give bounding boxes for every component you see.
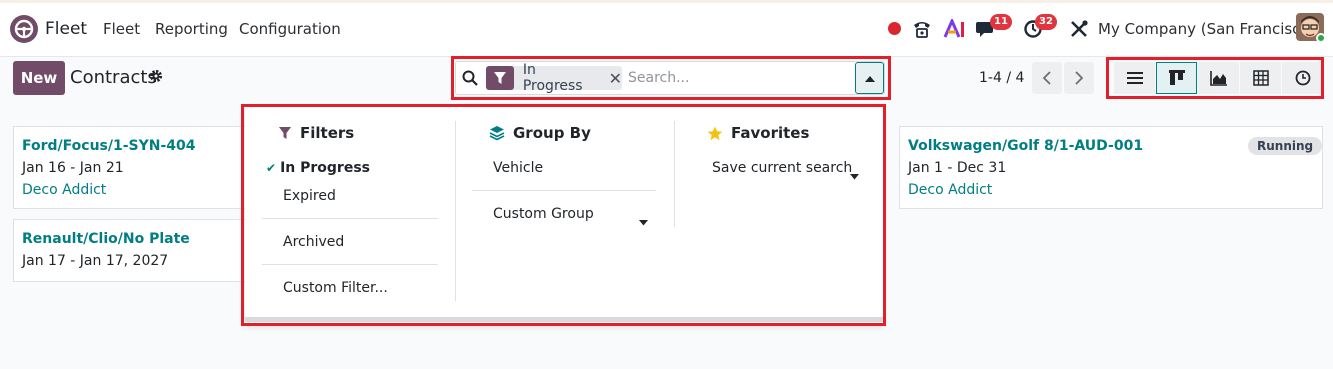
divider bbox=[472, 190, 656, 191]
phone-icon[interactable] bbox=[911, 18, 933, 40]
online-status-icon bbox=[1316, 33, 1326, 43]
pager-previous-button[interactable] bbox=[1032, 62, 1062, 94]
filter-icon bbox=[486, 66, 514, 90]
activities-count-badge: 32 bbox=[1035, 14, 1057, 30]
caret-down-icon[interactable] bbox=[850, 165, 859, 184]
fleet-app-icon[interactable] bbox=[10, 15, 38, 43]
activity-view-button[interactable] bbox=[1282, 62, 1323, 94]
divider bbox=[262, 264, 438, 265]
menu-reporting[interactable]: Reporting bbox=[155, 20, 228, 38]
facet-label: In Progress bbox=[522, 62, 583, 94]
search-facet[interactable]: In Progress ✕ bbox=[486, 62, 622, 94]
kanban-view-button[interactable] bbox=[1156, 62, 1197, 94]
list-icon bbox=[1126, 72, 1143, 84]
menu-configuration[interactable]: Configuration bbox=[239, 20, 341, 38]
chevron-right-icon bbox=[1075, 71, 1084, 85]
kanban-icon bbox=[1168, 70, 1185, 85]
gear-icon[interactable] bbox=[149, 69, 163, 87]
app-name[interactable]: Fleet bbox=[45, 19, 87, 39]
page-title[interactable]: Contracts bbox=[70, 67, 157, 88]
search-input[interactable] bbox=[626, 67, 846, 89]
status-badge: Running bbox=[1248, 137, 1323, 155]
filter-expired[interactable]: Expired bbox=[283, 188, 336, 204]
dropdown-footer bbox=[245, 317, 883, 322]
area-chart-icon bbox=[1209, 71, 1227, 86]
custom-filter-button[interactable]: Custom Filter... bbox=[283, 280, 388, 296]
filters-header: Filters bbox=[278, 124, 354, 142]
filters-title: Filters bbox=[300, 124, 355, 142]
caret-up-icon bbox=[864, 75, 875, 82]
kanban-card[interactable]: Volkswagen/Golf 8/1-AUD-001 Running Jan … bbox=[899, 126, 1323, 209]
favorites-header: Favorites bbox=[707, 124, 809, 142]
chevron-left-icon bbox=[1042, 71, 1051, 85]
group-by-vehicle[interactable]: Vehicle bbox=[493, 160, 543, 176]
graph-view-button[interactable] bbox=[1198, 62, 1239, 94]
card-title[interactable]: Renault/Clio/No Plate bbox=[22, 231, 190, 247]
messages-count-badge: 11 bbox=[990, 14, 1012, 30]
layers-icon bbox=[489, 126, 505, 141]
group-by-header: Group By bbox=[489, 124, 591, 142]
top-accent-line bbox=[0, 0, 1333, 3]
filter-in-progress[interactable]: ✔ In Progress bbox=[266, 160, 370, 176]
company-switcher[interactable]: My Company (San Francisco) bbox=[1098, 20, 1315, 38]
save-current-search[interactable]: Save current search bbox=[712, 160, 852, 176]
clock-icon bbox=[1295, 70, 1310, 86]
card-dates: Jan 1 - Dec 31 bbox=[908, 160, 1007, 176]
search-icon[interactable] bbox=[461, 69, 479, 87]
table-icon bbox=[1252, 70, 1269, 86]
card-title[interactable]: Volkswagen/Golf 8/1-AUD-001 bbox=[908, 138, 1143, 154]
menu-fleet[interactable]: Fleet bbox=[103, 20, 140, 38]
ai-icon[interactable] bbox=[943, 18, 967, 40]
filter-label: In Progress bbox=[280, 160, 370, 176]
card-partner[interactable]: Deco Addict bbox=[908, 182, 992, 198]
card-title[interactable]: Ford/Focus/1-SYN-404 bbox=[22, 138, 196, 154]
checkmark-icon: ✔ bbox=[266, 161, 277, 175]
remove-facet-icon[interactable]: ✕ bbox=[609, 69, 622, 88]
star-icon bbox=[707, 126, 723, 140]
favorites-title: Favorites bbox=[731, 124, 810, 142]
record-dot-icon[interactable] bbox=[888, 22, 901, 35]
column-divider bbox=[455, 121, 456, 301]
filter-icon bbox=[279, 127, 291, 139]
kanban-card[interactable]: Renault/Clio/No Plate Jan 17 - Jan 17, 2… bbox=[13, 219, 253, 282]
card-dates: Jan 16 - Jan 21 bbox=[22, 160, 124, 176]
tools-icon[interactable] bbox=[1068, 18, 1090, 40]
column-divider bbox=[674, 121, 675, 227]
pivot-view-button[interactable] bbox=[1240, 62, 1281, 94]
new-button[interactable]: New bbox=[13, 61, 65, 95]
pager-value[interactable]: 1-4 / 4 bbox=[979, 70, 1024, 86]
group-by-title: Group By bbox=[513, 124, 591, 142]
kanban-card[interactable]: Ford/Focus/1-SYN-404 Jan 16 - Jan 21 Dec… bbox=[13, 126, 253, 209]
caret-down-icon[interactable] bbox=[639, 211, 648, 230]
custom-group-select[interactable]: Custom Group bbox=[493, 206, 594, 222]
pager-next-button[interactable] bbox=[1064, 62, 1094, 94]
card-dates: Jan 17 - Jan 17, 2027 bbox=[22, 253, 169, 269]
list-view-button[interactable] bbox=[1114, 62, 1155, 94]
divider bbox=[262, 218, 438, 219]
filter-archived[interactable]: Archived bbox=[283, 234, 344, 250]
search-options-toggle[interactable] bbox=[855, 62, 884, 94]
card-partner[interactable]: Deco Addict bbox=[22, 182, 106, 198]
